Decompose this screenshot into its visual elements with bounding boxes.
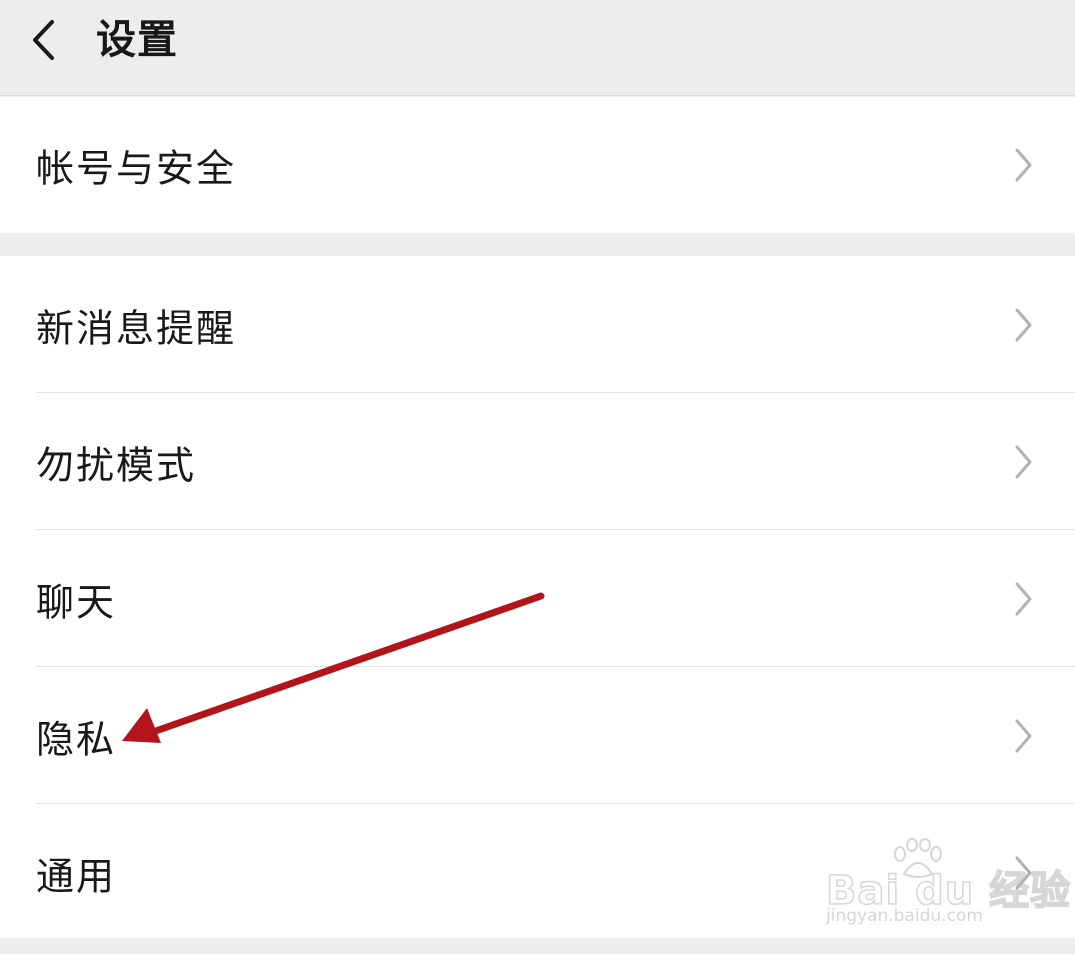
settings-item-label: 隐私 bbox=[36, 717, 117, 761]
chevron-right-icon bbox=[1012, 855, 1034, 891]
back-button[interactable] bbox=[22, 14, 72, 64]
page-title: 设置 bbox=[96, 17, 178, 63]
settings-item-label: 聊天 bbox=[36, 580, 117, 624]
chevron-right-icon bbox=[1012, 581, 1034, 617]
settings-item-label: 通用 bbox=[36, 854, 117, 898]
settings-item-notifications[interactable]: 新消息提醒 bbox=[0, 256, 1075, 393]
settings-item-do-not-disturb[interactable]: 勿扰模式 bbox=[0, 393, 1075, 530]
settings-group-main: 新消息提醒 勿扰模式 聊天 隐私 通用 bbox=[0, 256, 1075, 938]
nav-bar: 设置 bbox=[0, 0, 1075, 96]
settings-item-privacy[interactable]: 隐私 bbox=[0, 667, 1075, 804]
settings-item-account-security[interactable]: 帐号与安全 bbox=[0, 97, 1075, 233]
chevron-right-icon bbox=[1012, 147, 1034, 183]
settings-item-label: 勿扰模式 bbox=[36, 443, 197, 487]
chevron-right-icon bbox=[1012, 718, 1034, 754]
settings-item-general[interactable]: 通用 bbox=[0, 804, 1075, 941]
chevron-right-icon bbox=[1012, 307, 1034, 343]
chevron-right-icon bbox=[1012, 444, 1034, 480]
chevron-left-icon bbox=[33, 20, 54, 60]
settings-item-chat[interactable]: 聊天 bbox=[0, 530, 1075, 667]
settings-item-label: 帐号与安全 bbox=[36, 146, 237, 191]
settings-group-account: 帐号与安全 bbox=[0, 97, 1075, 233]
settings-screen: 设置 帐号与安全 新消息提醒 勿扰模式 聊天 隐私 通用 Bai du 经验 j… bbox=[0, 0, 1075, 954]
settings-item-label: 新消息提醒 bbox=[36, 306, 237, 350]
